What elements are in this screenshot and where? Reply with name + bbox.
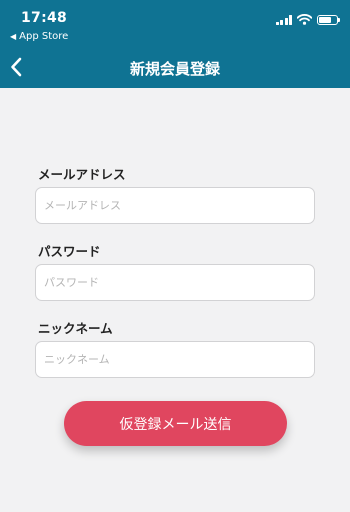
nickname-field[interactable] bbox=[35, 341, 315, 378]
password-label: パスワード bbox=[38, 244, 101, 259]
header: 17:48 ◀ App Store 新規会員登録 bbox=[0, 0, 350, 88]
wifi-icon bbox=[297, 14, 312, 25]
email-label: メールアドレス bbox=[38, 167, 126, 182]
send-provisional-registration-button[interactable]: 仮登録メール送信 bbox=[64, 401, 287, 446]
battery-icon bbox=[317, 14, 340, 25]
status-time: 17:48 bbox=[21, 10, 68, 26]
back-to-app-link[interactable]: ◀ App Store bbox=[10, 31, 68, 42]
back-triangle-icon: ◀ bbox=[10, 32, 17, 41]
signal-icon bbox=[275, 14, 292, 25]
password-field[interactable] bbox=[35, 264, 315, 301]
email-field[interactable] bbox=[35, 187, 315, 224]
page-title: 新規会員登録 bbox=[129, 60, 220, 78]
nickname-label: ニックネーム bbox=[38, 321, 113, 336]
status-icons bbox=[275, 14, 340, 25]
back-app-label: App Store bbox=[19, 31, 69, 42]
